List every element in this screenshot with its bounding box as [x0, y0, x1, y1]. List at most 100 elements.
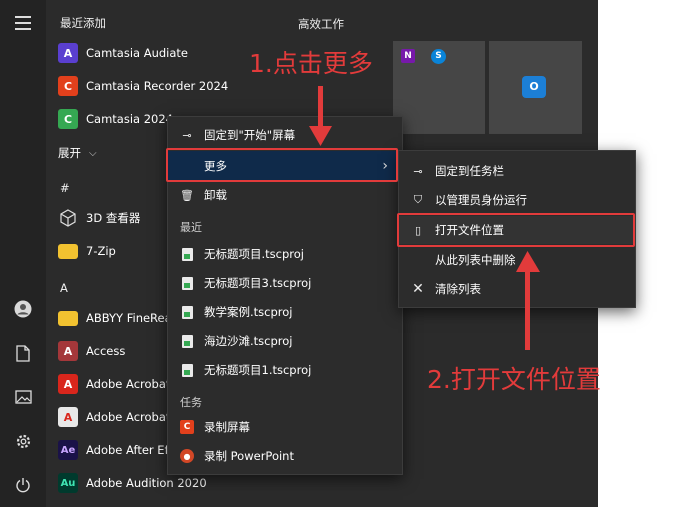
app-item-after-effects[interactable]: Ae Adobe After Ef — [58, 435, 169, 465]
app-label: Adobe After Ef — [86, 443, 169, 457]
annotation-step1: 1.点击更多 — [249, 49, 373, 78]
start-rail — [0, 0, 46, 507]
recent-file-item[interactable]: 无标题项目1.tscproj — [168, 356, 402, 384]
outlook-icon: O — [522, 76, 546, 98]
menu-item-pin-start[interactable]: ⊸ 固定到"开始"屏幕 — [168, 121, 402, 149]
app-item-camtasia[interactable]: C Camtasia 2024 — [58, 104, 173, 134]
onenote-icon: N — [401, 49, 415, 63]
app-label: Camtasia Recorder 2024 — [86, 79, 229, 93]
close-icon: ✕ — [412, 281, 424, 297]
app-item-acrobat-1[interactable]: A Adobe Acrobat — [58, 369, 170, 399]
open-folder-icon: ▯ — [414, 223, 422, 237]
app-label: ABBYY FineRea — [86, 311, 172, 325]
power-icon[interactable] — [12, 474, 34, 496]
menu-label: 打开文件位置 — [435, 223, 504, 237]
recent-header: 最近 — [180, 221, 202, 234]
app-item-access[interactable]: A Access — [58, 336, 125, 366]
app-label: Adobe Audition 2020 — [86, 476, 207, 490]
office-apps-tile[interactable]: N S — [393, 41, 485, 134]
menu-label: 从此列表中删除 — [435, 253, 516, 267]
menu-item-clear-list[interactable]: ✕ 清除列表 — [399, 275, 635, 303]
expand-label: 展开 — [58, 146, 81, 160]
menu-label: 清除列表 — [435, 282, 481, 296]
camtasia-icon: C — [58, 109, 78, 129]
folder-icon — [58, 243, 78, 259]
menu-label: 固定到任务栏 — [435, 164, 504, 178]
app-label: 7-Zip — [86, 244, 116, 258]
menu-item-remove-list[interactable]: 从此列表中删除 — [399, 246, 635, 274]
annotation-step2: 2.打开文件位置 — [427, 365, 601, 394]
after-effects-icon: Ae — [58, 440, 78, 460]
menu-item-record-screen[interactable]: C 录制屏幕 — [168, 413, 402, 441]
app-label: Camtasia 2024 — [86, 112, 173, 126]
chevron-right-icon: › — [382, 158, 388, 174]
skype-icon: S — [431, 49, 446, 64]
section-a: A — [60, 281, 68, 295]
menu-label: 卸载 — [204, 188, 227, 202]
audition-icon: Au — [58, 473, 78, 493]
pin-icon: ⊸ — [182, 128, 192, 142]
menu-label: 无标题项目3.tscproj — [204, 276, 312, 290]
app-item-camtasia-recorder[interactable]: C Camtasia Recorder 2024 — [58, 71, 228, 101]
acrobat-icon: A — [58, 374, 78, 394]
chevron-down-icon: ⌵ — [89, 147, 97, 159]
menu-item-more[interactable]: 更多 › — [168, 151, 402, 181]
tiles-group-title: 高效工作 — [298, 17, 344, 31]
recent-file-item[interactable]: 海边沙滩.tscproj — [168, 327, 402, 355]
menu-label: 录制屏幕 — [204, 420, 250, 434]
menu-label: 以管理员身份运行 — [435, 193, 527, 207]
menu-label: 更多 — [204, 159, 227, 173]
menu-item-uninstall[interactable]: 🗑 卸载 — [168, 181, 402, 209]
cube-icon — [58, 208, 78, 228]
pin-icon: ⊸ — [413, 164, 423, 178]
app-item-7zip[interactable]: 7-Zip — [58, 236, 116, 266]
app-item-camtasia-audiate[interactable]: A Camtasia Audiate — [58, 38, 188, 68]
more-spacer — [180, 159, 194, 173]
trash-icon: 🗑 — [180, 188, 194, 202]
menu-item-record-ppt[interactable]: ● 录制 PowerPoint — [168, 442, 402, 470]
menu-label: 海边沙滩.tscproj — [204, 334, 293, 348]
admin-shield-icon: ⛉ — [413, 193, 423, 206]
pictures-icon[interactable] — [12, 386, 34, 408]
user-icon[interactable] — [12, 298, 34, 320]
tscproj-file-icon — [180, 363, 194, 377]
menu-label: 无标题项目1.tscproj — [204, 363, 312, 377]
folder-icon — [58, 310, 78, 326]
app-label: Adobe Acrobat — [86, 410, 171, 424]
gear-icon[interactable] — [12, 430, 34, 452]
camtasia-recorder-icon: C — [58, 76, 78, 96]
app-label: 3D 查看器 — [86, 211, 141, 225]
menu-label: 教学案例.tscproj — [204, 305, 293, 319]
menu-label: 固定到"开始"屏幕 — [204, 128, 296, 142]
recent-file-item[interactable]: 无标题项目.tscproj — [168, 240, 402, 268]
tscproj-file-icon — [180, 247, 194, 261]
expand-toggle[interactable]: 展开 ⌵ — [58, 138, 97, 168]
remove-spacer — [411, 253, 425, 267]
tscproj-file-icon — [180, 276, 194, 290]
recent-added-title: 最近添加 — [60, 16, 106, 30]
menu-label: 录制 PowerPoint — [204, 449, 294, 463]
camtasia-recorder-icon: C — [180, 420, 194, 434]
context-menu-primary: ⊸ 固定到"开始"屏幕 更多 › 🗑 卸载 最近 无标题项目.tscproj 无… — [167, 116, 403, 475]
hamburger-icon[interactable] — [12, 12, 34, 34]
app-label: Camtasia Audiate — [86, 46, 189, 60]
app-item-3d-viewer[interactable]: 3D 查看器 — [58, 203, 140, 233]
powerpoint-record-icon: ● — [180, 449, 194, 463]
menu-item-pin-taskbar[interactable]: ⊸ 固定到任务栏 — [399, 157, 635, 185]
menu-label: 无标题项目.tscproj — [204, 247, 304, 261]
context-menu-more: ⊸ 固定到任务栏 ⛉ 以管理员身份运行 ▯ 打开文件位置 从此列表中删除 ✕ 清… — [398, 150, 636, 308]
recent-file-item[interactable]: 教学案例.tscproj — [168, 298, 402, 326]
menu-item-run-admin[interactable]: ⛉ 以管理员身份运行 — [399, 186, 635, 214]
tscproj-file-icon — [180, 334, 194, 348]
section-hash: # — [60, 181, 70, 195]
tscproj-file-icon — [180, 305, 194, 319]
app-item-acrobat-2[interactable]: A Adobe Acrobat — [58, 402, 170, 432]
menu-item-open-location[interactable]: ▯ 打开文件位置 — [399, 216, 635, 244]
outlook-tile[interactable]: O — [489, 41, 582, 134]
tasks-header: 任务 — [180, 396, 202, 409]
app-item-abbyy[interactable]: ABBYY FineRea — [58, 303, 172, 333]
recent-file-item[interactable]: 无标题项目3.tscproj — [168, 269, 402, 297]
acrobat-distiller-icon: A — [58, 407, 78, 427]
document-icon[interactable] — [12, 342, 34, 364]
access-icon: A — [58, 341, 78, 361]
